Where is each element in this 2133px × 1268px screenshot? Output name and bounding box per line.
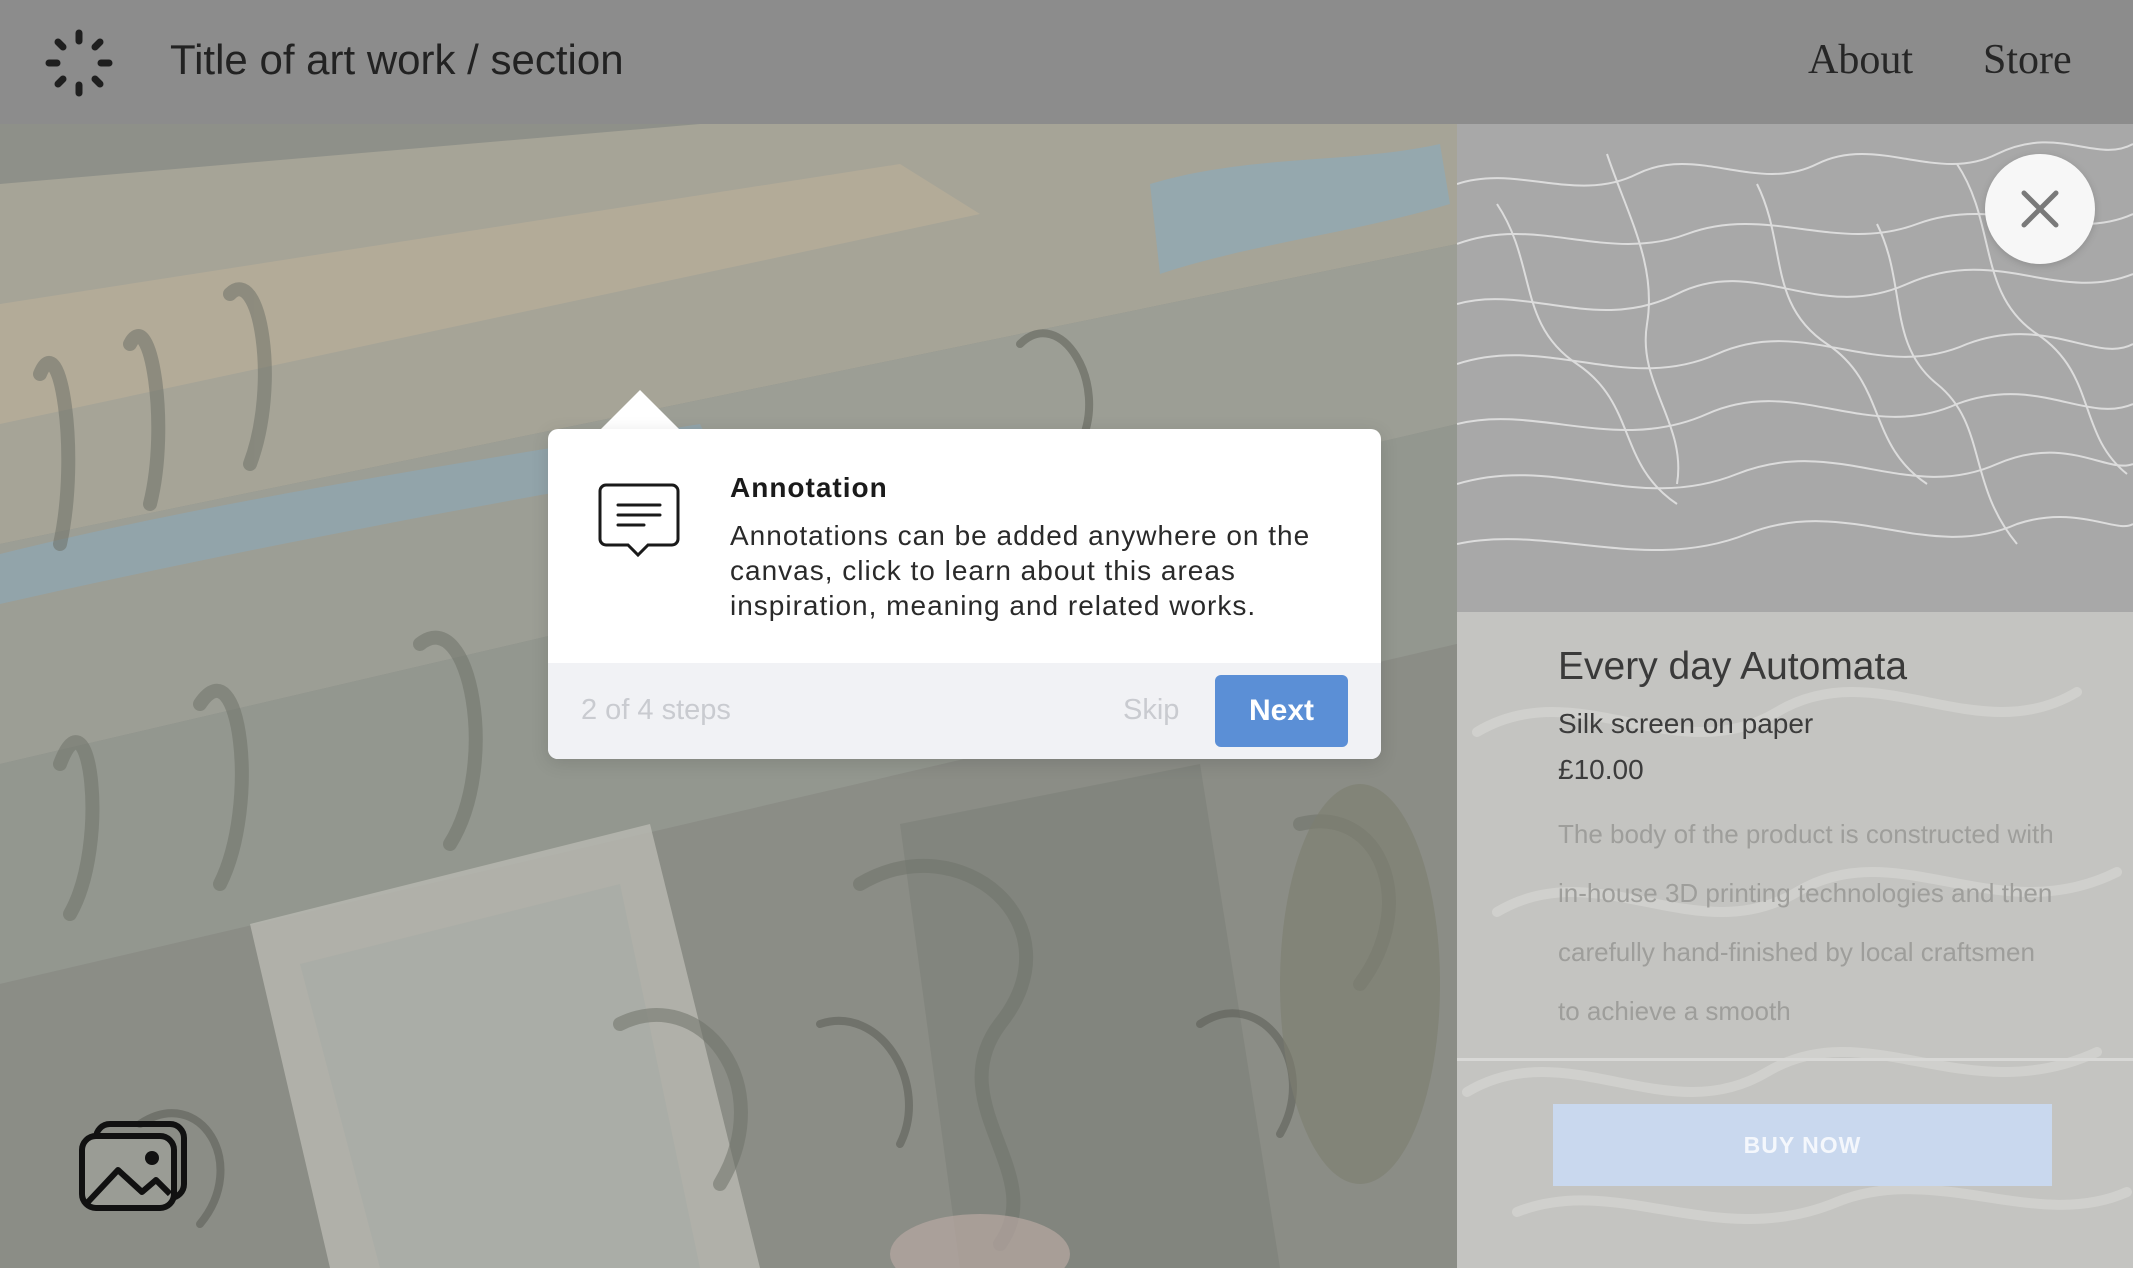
page-title: Title of art work / section xyxy=(170,36,624,83)
image-gallery-icon[interactable] xyxy=(78,1120,190,1212)
next-button[interactable]: Next xyxy=(1215,675,1348,747)
nav-store-link[interactable]: Store xyxy=(1983,36,2072,84)
product-price: £10.00 xyxy=(1558,754,1644,785)
loading-ring-icon[interactable] xyxy=(44,28,114,98)
product-description: The body of the product is constructed w… xyxy=(1558,819,2054,1026)
nav-about-link[interactable]: About xyxy=(1808,36,1913,84)
panel-divider xyxy=(1457,1058,2133,1061)
close-icon xyxy=(2021,190,2059,228)
skip-button[interactable]: Skip xyxy=(1123,694,1179,727)
product-title: Every day Automata xyxy=(1558,645,1908,688)
tooltip-pointer xyxy=(600,390,680,430)
tooltip-title: Annotation xyxy=(730,472,888,503)
tooltip-body: Annotations can be added anywhere on the… xyxy=(730,520,1311,621)
comment-bubble-icon xyxy=(598,483,680,558)
product-panel xyxy=(1457,124,2133,1268)
buy-now-button[interactable]: BUY NOW xyxy=(1553,1104,2052,1186)
product-medium: Silk screen on paper xyxy=(1558,708,1814,739)
tooltip-step-counter: 2 of 4 steps xyxy=(581,694,731,726)
close-button[interactable] xyxy=(1985,154,2095,264)
top-bar: Title of art work / section About Store xyxy=(0,0,2133,124)
